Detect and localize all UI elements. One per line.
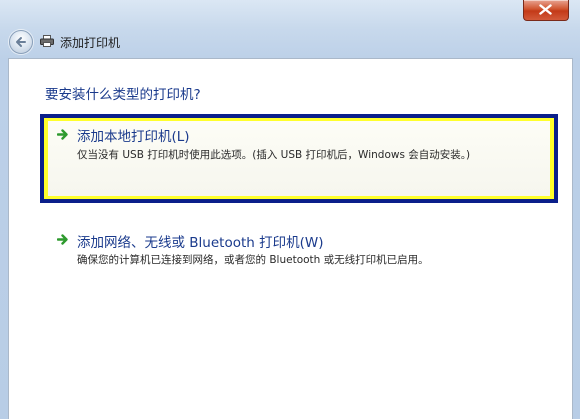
option-title: 添加网络、无线或 Bluetooth 打印机(W): [77, 235, 324, 251]
wizard-header: 添加打印机: [0, 24, 580, 58]
content-panel: 要安装什么类型的打印机? 添加本地打印机(L) 仅当没有 USB 打印机时使用此…: [8, 58, 573, 419]
close-button[interactable]: [523, 0, 569, 21]
back-button[interactable]: [9, 30, 33, 54]
option-add-local-printer[interactable]: 添加本地打印机(L) 仅当没有 USB 打印机时使用此选项。(插入 USB 打印…: [40, 114, 558, 203]
add-printer-window: 添加打印机 要安装什么类型的打印机? 添加本地打印机(L) 仅当没有 USB 打…: [0, 0, 580, 419]
close-icon: [539, 4, 552, 15]
window-title: 添加打印机: [60, 36, 121, 50]
page-question: 要安装什么类型的打印机?: [45, 87, 201, 103]
printer-icon: [40, 35, 54, 47]
back-arrow-icon: [16, 37, 26, 47]
option-add-network-printer[interactable]: 添加网络、无线或 Bluetooth 打印机(W) 确保您的计算机已连接到网络，…: [40, 227, 558, 269]
green-arrow-icon: [57, 129, 68, 140]
option-description: 仅当没有 USB 打印机时使用此选项。(插入 USB 打印机后，Windows …: [77, 149, 471, 161]
green-arrow-icon: [57, 234, 68, 245]
option-title: 添加本地打印机(L): [77, 129, 190, 145]
option-description: 确保您的计算机已连接到网络，或者您的 Bluetooth 或无线打印机已启用。: [77, 254, 429, 266]
